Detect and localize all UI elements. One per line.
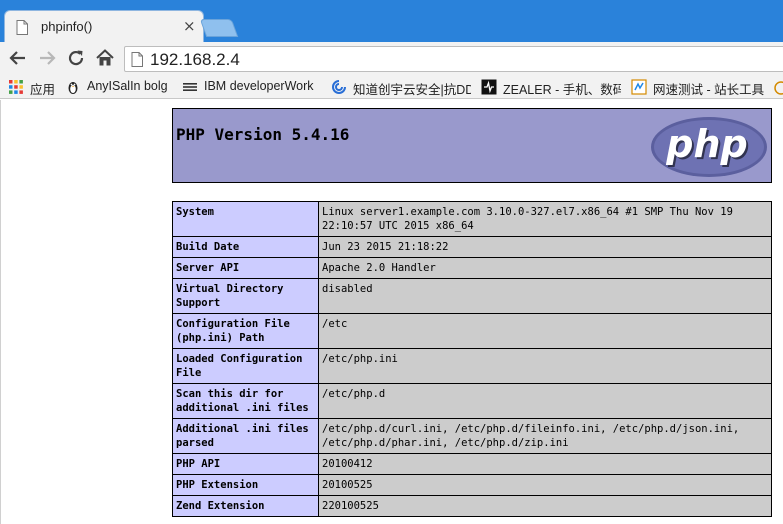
table-row: System Linux server1.example.com 3.10.0-3…: [172, 201, 772, 237]
bookmark-label: AnyISalIn bolg: [87, 79, 168, 93]
table-row: Additional .ini files parsed/etc/php.d/c…: [172, 418, 772, 454]
bookmark-knownsec[interactable]: 知道创宇云安全|抗DD: [331, 77, 471, 97]
table-row: Configuration File (php.ini) Path/etc: [172, 313, 772, 349]
directive-value: Apache 2.0 Handler: [318, 257, 772, 279]
directive-name: PHP Extension: [172, 474, 319, 496]
table-row: PHP Extension 20100525: [172, 474, 772, 496]
home-icon[interactable]: [94, 47, 116, 69]
directive-name: Virtual Directory Support: [172, 278, 319, 314]
directive-name: Build Date: [172, 236, 319, 258]
directive-name: Server API: [172, 257, 319, 279]
bookmark-label: 知道创宇云安全|抗DD: [353, 83, 471, 97]
phpinfo-table: System Linux server1.example.com 3.10.0-3…: [172, 201, 772, 517]
address-bar[interactable]: 192.168.2.4: [124, 46, 783, 72]
svg-text:php: php: [665, 122, 747, 166]
tab-title: phpinfo(): [41, 19, 93, 34]
directive-name: Configuration File (php.ini) Path: [172, 313, 319, 349]
bookmarks-bar: 应用 AnyISalIn bolg IBM developerWork 知道创宇…: [0, 75, 783, 99]
directive-value: 20100525: [318, 474, 772, 496]
overflow-bookmark-icon[interactable]: [774, 81, 783, 95]
bookmark-label: 网速测试 - 站长工具: [653, 83, 765, 97]
directive-name: Additional .ini files parsed: [172, 418, 319, 454]
table-row: Scan this dir for additional .ini files /…: [172, 383, 772, 419]
php-logo: php php: [651, 117, 767, 177]
directive-value: /etc: [318, 313, 772, 349]
directive-name: PHP API: [172, 453, 319, 475]
php-version-header: PHP Version 5.4.16 php php: [172, 108, 772, 183]
bookmark-ibm[interactable]: IBM developerWork: [182, 77, 320, 97]
page-content: PHP Version 5.4.16 php php System Linux s…: [0, 100, 783, 524]
directive-value: /etc/php.d: [318, 383, 772, 419]
browser-toolbar: 192.168.2.4: [0, 42, 783, 75]
directive-value: /etc/php.ini: [318, 348, 772, 384]
directive-name: Scan this dir for additional .ini files: [172, 383, 319, 419]
bookmark-label: IBM developerWork: [204, 79, 314, 93]
page-icon: [131, 52, 143, 67]
directive-name: System: [172, 201, 319, 237]
table-row: Zend Extension 220100525: [172, 495, 772, 517]
table-row: Loaded Configuration File/etc/php.ini: [172, 348, 772, 384]
directive-value: disabled: [318, 278, 772, 314]
directive-name: Loaded Configuration File: [172, 348, 319, 384]
directive-value: /etc/php.d/curl.ini, /etc/php.d/fileinfo…: [318, 418, 772, 454]
table-row: PHP API 20100412: [172, 453, 772, 475]
php-version-title: PHP Version 5.4.16: [176, 125, 350, 144]
browser-tab-bar: phpinfo() ×: [0, 0, 783, 42]
directive-name: Zend Extension: [172, 495, 319, 517]
directive-value: Jun 23 2015 21:18:22: [318, 236, 772, 258]
forward-arrow-icon[interactable]: [36, 47, 58, 69]
new-tab-button[interactable]: [199, 19, 239, 37]
directive-value: 220100525: [318, 495, 772, 517]
bookmark-apps[interactable]: 应用: [8, 77, 58, 97]
table-row: Build Date Jun 23 2015 21:18:22: [172, 236, 772, 258]
zealer-icon: [481, 79, 497, 95]
penguin-icon: [68, 82, 78, 94]
table-row: Virtual Directory Support disabled: [172, 278, 772, 314]
bookmark-speedtest[interactable]: 网速测试 - 站长工具: [631, 77, 771, 97]
bookmark-label: ZEALER - 手机、数码: [503, 83, 621, 97]
table-row: Server API Apache 2.0 Handler: [172, 257, 772, 279]
close-tab-icon[interactable]: ×: [183, 16, 196, 36]
speedtest-icon: [631, 79, 647, 95]
ibm-icon: [183, 83, 197, 91]
browser-tab[interactable]: phpinfo() ×: [4, 10, 204, 42]
bookmark-zealer[interactable]: ZEALER - 手机、数码: [481, 77, 621, 97]
apps-icon: [9, 80, 23, 94]
url-text[interactable]: 192.168.2.4: [150, 50, 240, 70]
directive-value: 20100412: [318, 453, 772, 475]
document-icon: [16, 20, 28, 35]
bookmark-label: 应用: [30, 83, 56, 97]
back-arrow-icon[interactable]: [7, 47, 29, 69]
bookmark-anyisalin[interactable]: AnyISalIn bolg: [65, 77, 175, 97]
reload-icon[interactable]: [65, 47, 87, 69]
knownsec-icon: [332, 80, 346, 94]
directive-value: Linux server1.example.com 3.10.0-327.el7…: [318, 201, 772, 237]
